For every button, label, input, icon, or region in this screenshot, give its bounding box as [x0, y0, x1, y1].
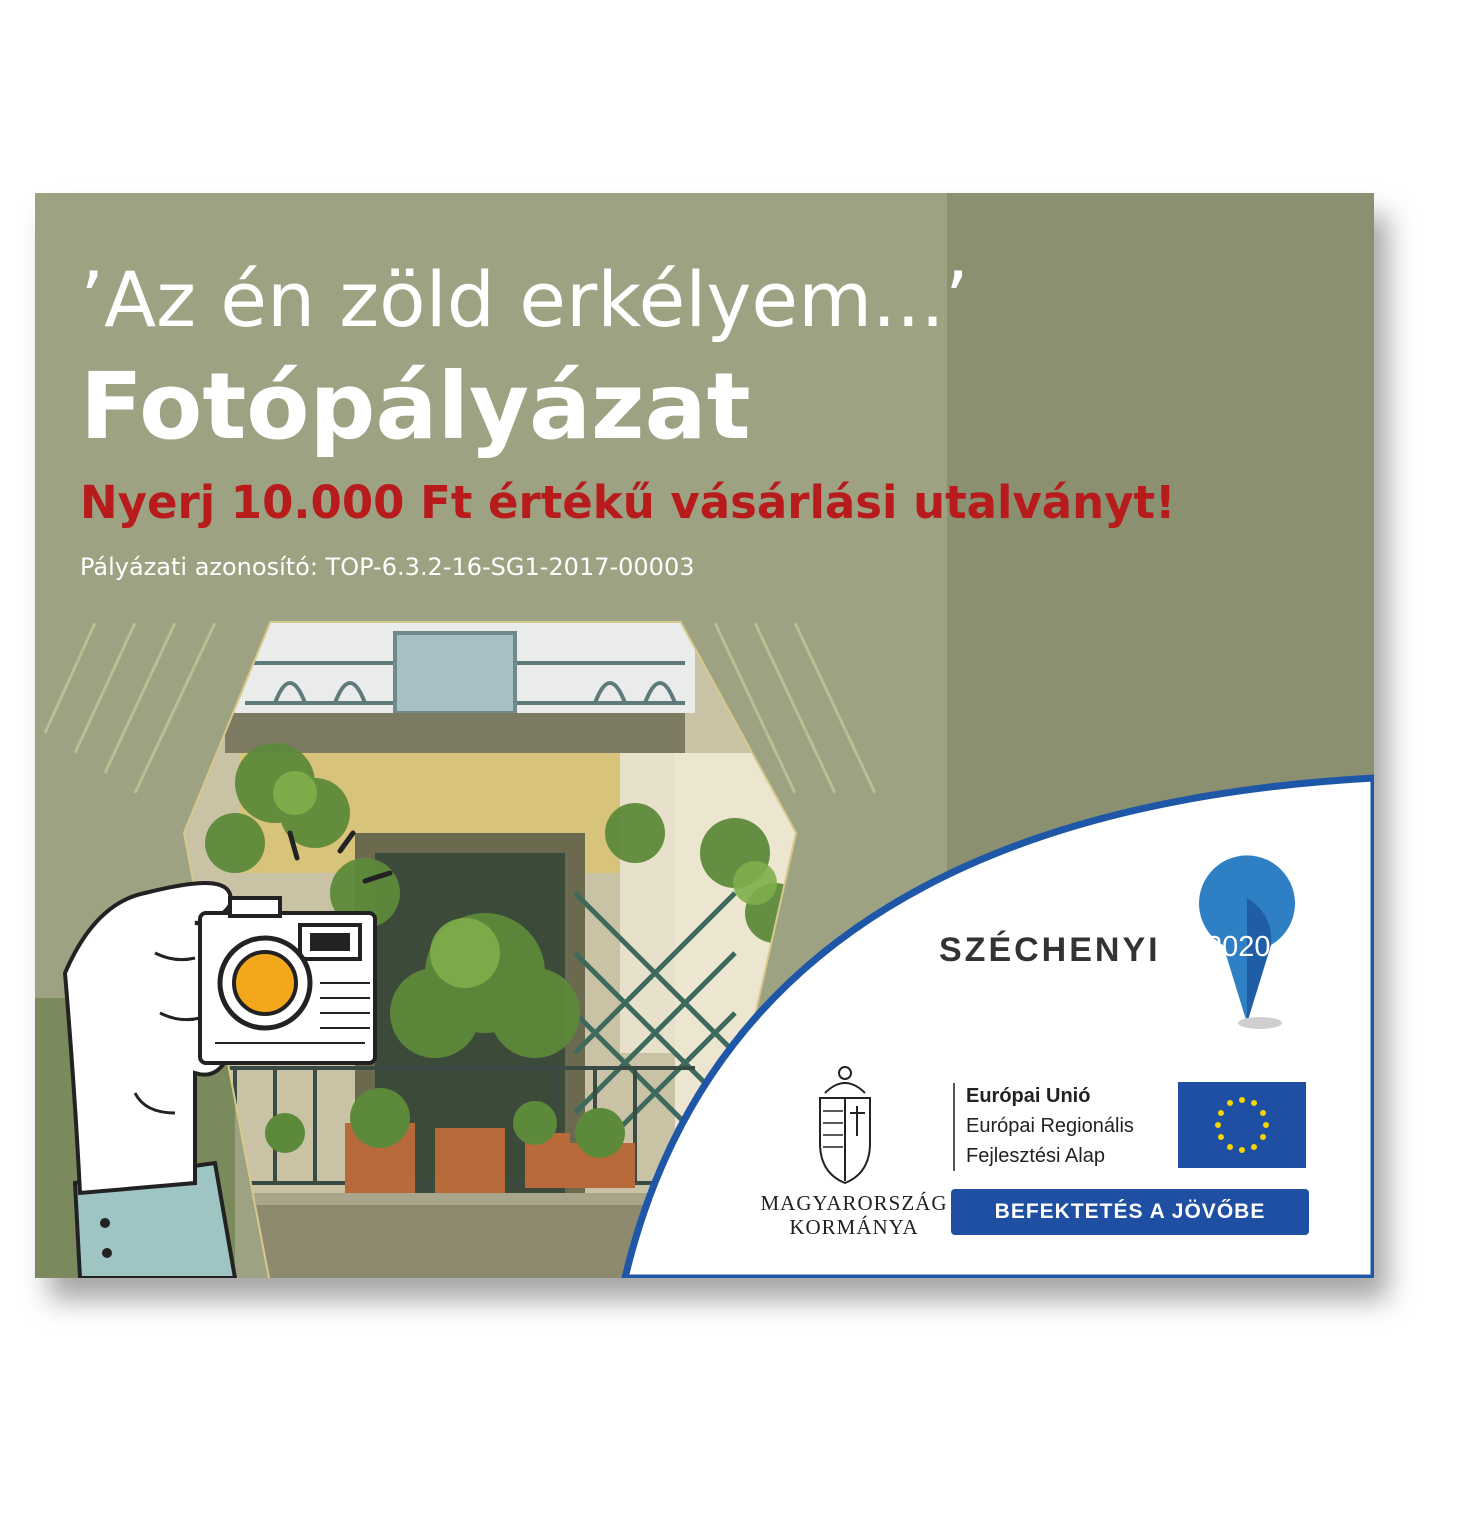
szechenyi-logo-text: SZÉCHENYI — [939, 931, 1161, 969]
eu-fund-line2: Fejlesztési Alap — [966, 1145, 1105, 1167]
invest-banner: BEFEKTETÉS A JÖVŐBE — [951, 1189, 1309, 1235]
szechenyi-year: 2020 — [1206, 931, 1271, 963]
poster: ’Az én zöld erkélyem...’ Fotópályázat Ny… — [35, 193, 1374, 1278]
eu-label: Európai Unió — [966, 1085, 1091, 1107]
government-name-line1: MAGYARORSZÁG — [760, 1191, 948, 1215]
eu-divider — [953, 1083, 955, 1171]
eu-flag — [1178, 1082, 1306, 1168]
government-name-line2: KORMÁNYA — [789, 1215, 919, 1239]
eu-stars-icon — [1215, 1097, 1269, 1153]
logo-panel-background — [621, 774, 1374, 1278]
eu-fund-line1: Európai Regionális — [966, 1115, 1134, 1137]
